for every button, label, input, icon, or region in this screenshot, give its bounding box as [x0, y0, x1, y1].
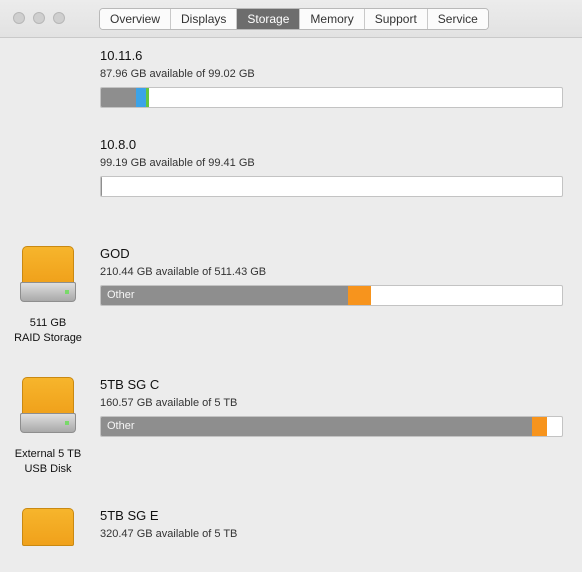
tab-displays[interactable]: Displays: [171, 9, 238, 29]
storage-usage-bar[interactable]: Other: [100, 285, 563, 306]
zoom-button[interactable]: [53, 12, 65, 24]
usage-segment: [347, 286, 371, 305]
volume-availability: 99.19 GB available of 99.41 GB: [100, 157, 255, 169]
volume-name: 5TB SG E: [100, 508, 159, 523]
drive-label-line1: External 5 TB: [14, 448, 82, 460]
drive-label-line2: RAID Storage: [14, 332, 82, 344]
tab-storage[interactable]: Storage: [237, 9, 301, 29]
bar-label-other: Other: [107, 289, 135, 301]
tab-overview[interactable]: Overview: [100, 9, 172, 29]
tab-support[interactable]: Support: [364, 9, 428, 29]
volume-name: 10.11.6: [100, 48, 143, 63]
volume-availability: 210.44 GB available of 511.43 GB: [100, 266, 267, 278]
storage-pane: 10.11.6 87.96 GB available of 99.02 GB 1…: [0, 38, 582, 546]
volume-availability: 87.96 GB available of 99.02 GB: [100, 68, 255, 80]
usage-segment: [532, 417, 547, 436]
close-button[interactable]: [13, 12, 25, 24]
usage-segment: [101, 417, 533, 436]
storage-usage-bar[interactable]: Other: [100, 416, 563, 437]
volume-availability: 160.57 GB available of 5 TB: [100, 397, 238, 409]
usage-segment: [101, 177, 102, 196]
volume-name: 10.8.0: [100, 137, 137, 152]
volume-name: GOD: [100, 246, 130, 261]
volume-availability: 320.47 GB available of 5 TB: [100, 528, 238, 540]
title-bar: Overview Displays Storage Memory Support…: [0, 0, 582, 38]
usage-segment: [136, 88, 146, 107]
external-drive-icon: [20, 246, 76, 310]
storage-usage-bar[interactable]: [100, 176, 563, 197]
minimize-button[interactable]: [33, 12, 45, 24]
external-drive-icon: [20, 508, 76, 572]
volume-entry: 5TB SG C 160.57 GB available of 5 TB Oth…: [100, 377, 563, 437]
volume-entry: 10.8.0 99.19 GB available of 99.41 GB: [100, 137, 563, 197]
drive-label-line1: 511 GB: [29, 317, 67, 329]
usage-segment: [101, 88, 137, 107]
tab-memory[interactable]: Memory: [300, 9, 365, 29]
volume-name: 5TB SG C: [100, 377, 160, 392]
volume-entry: GOD 210.44 GB available of 511.43 GB Oth…: [100, 246, 563, 306]
usb-drive: External 5 TB USB Disk: [15, 377, 81, 475]
tab-bar: Overview Displays Storage Memory Support…: [99, 8, 489, 30]
drive-label-line2: USB Disk: [24, 463, 72, 475]
usage-segment: [101, 286, 348, 305]
external-drive-icon: [20, 377, 76, 441]
storage-usage-bar[interactable]: [100, 87, 563, 108]
external-drive: [20, 508, 76, 572]
volume-entry: 5TB SG E 320.47 GB available of 5 TB: [100, 508, 563, 541]
bar-label-other: Other: [107, 420, 135, 432]
raid-drive: 511 GB RAID Storage: [14, 246, 82, 344]
usage-segment: [145, 88, 150, 107]
tab-service[interactable]: Service: [427, 9, 488, 29]
volume-entry: 10.11.6 87.96 GB available of 99.02 GB: [100, 48, 563, 108]
